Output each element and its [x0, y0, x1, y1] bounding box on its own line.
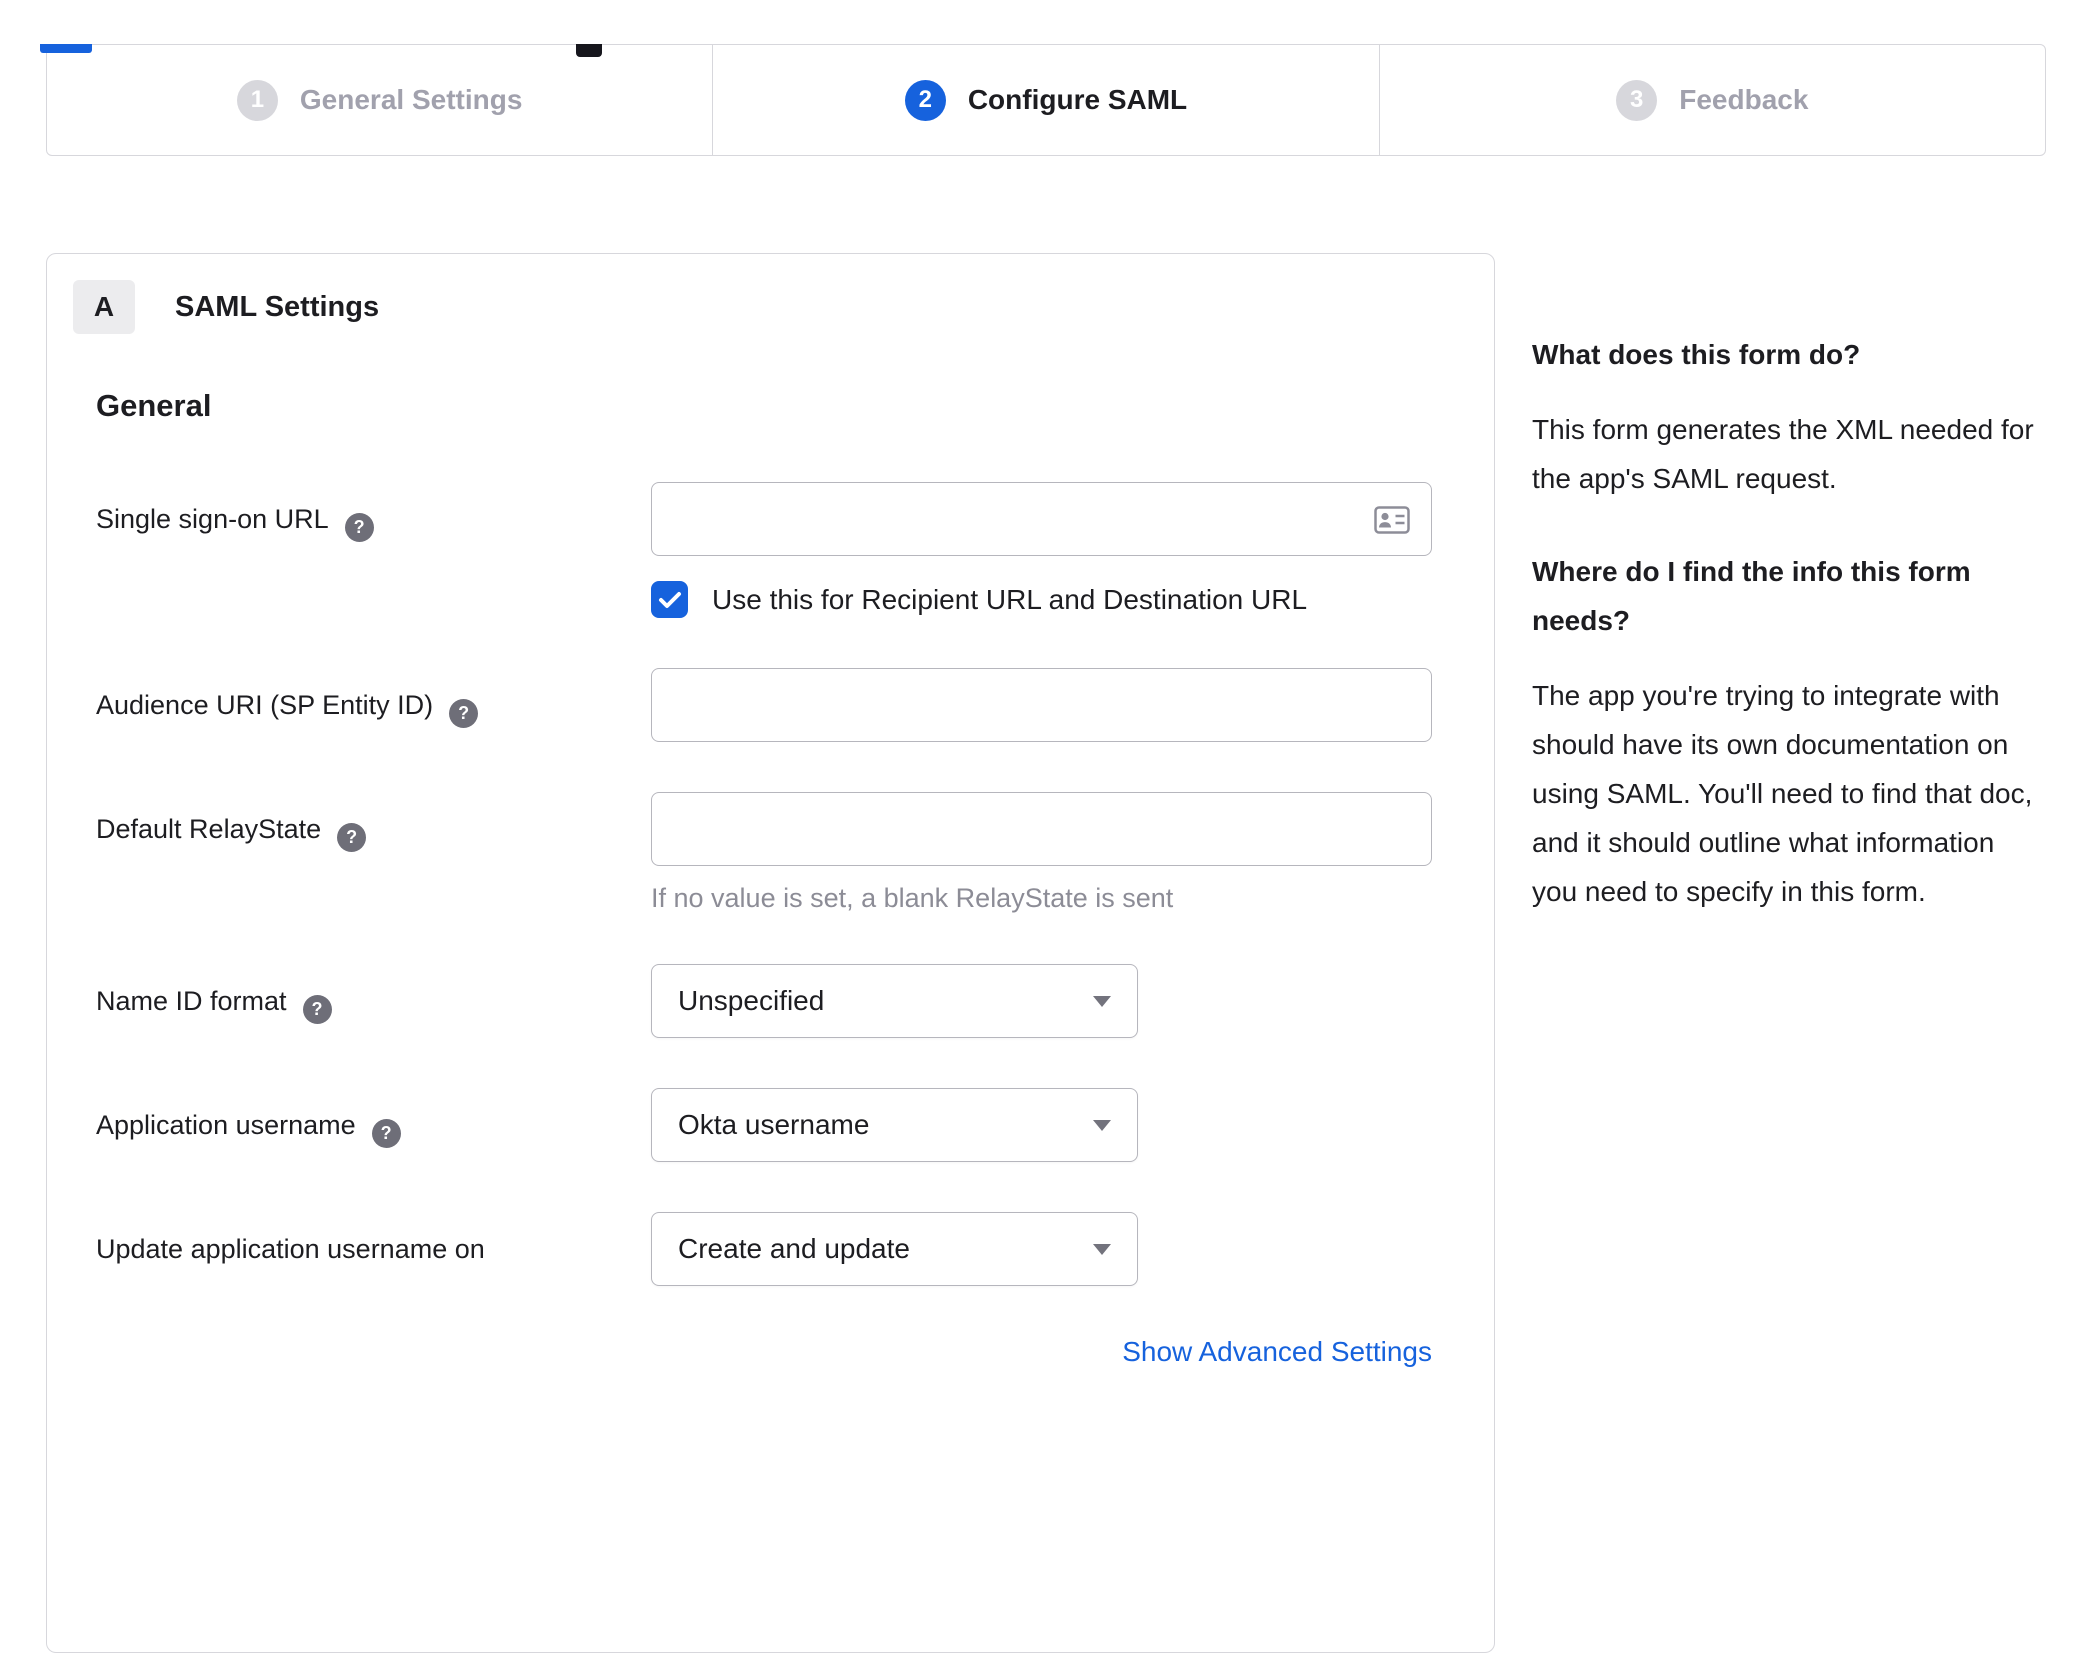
step-label-general-settings: General Settings: [299, 84, 523, 115]
application-username-label: Application username: [96, 1110, 356, 1140]
audience-uri-label-cell: Audience URI (SP Entity ID)?: [96, 668, 651, 742]
update-application-username-select[interactable]: Create and update: [651, 1212, 1138, 1286]
chevron-down-icon: [1093, 1243, 1111, 1255]
help-icon[interactable]: ?: [337, 823, 367, 852]
default-relaystate-input[interactable]: [651, 792, 1432, 866]
name-id-format-label-cell: Name ID format?: [96, 964, 651, 1038]
application-username-select[interactable]: Okta username: [651, 1088, 1138, 1162]
sso-url-label-cell: Single sign-on URL?: [96, 482, 651, 618]
sso-url-input-wrap: [651, 482, 1432, 556]
advanced-settings-row: Show Advanced Settings: [96, 1336, 1432, 1368]
update-application-username-label-cell: Update application username on: [96, 1212, 651, 1286]
step-label-feedback: Feedback: [1679, 84, 1809, 115]
step-configure-saml[interactable]: 2 Configure SAML: [712, 45, 1378, 155]
chevron-down-icon: [1093, 995, 1111, 1007]
update-application-username-label: Update application username on: [96, 1234, 485, 1264]
application-username-control: Okta username: [651, 1088, 1432, 1162]
form-row-sso-url: Single sign-on URL? Use this for Recipie…: [96, 482, 1432, 618]
sidebar-body-where: The app you're trying to integrate with …: [1532, 680, 2033, 907]
default-relaystate-hint: If no value is set, a blank RelayState i…: [651, 883, 1174, 913]
cropped-header-fragment-dark: [576, 44, 602, 57]
name-id-format-label: Name ID format: [96, 986, 287, 1016]
recipient-url-checkbox-row: Use this for Recipient URL and Destinati…: [651, 581, 1432, 618]
card-header: A SAML Settings: [73, 280, 1432, 334]
help-icon[interactable]: ?: [344, 513, 374, 542]
name-id-format-control: Unspecified: [651, 964, 1432, 1038]
group-title-general: General: [96, 388, 212, 423]
form-row-default-relaystate: Default RelayState? If no value is set, …: [96, 792, 1432, 914]
wizard-stepper: 1 General Settings 2 Configure SAML 3 Fe…: [46, 44, 2046, 156]
form-row-audience-uri: Audience URI (SP Entity ID)?: [96, 668, 1432, 742]
default-relaystate-control: If no value is set, a blank RelayState i…: [651, 792, 1432, 914]
help-icon[interactable]: ?: [302, 995, 332, 1024]
saml-settings-card: A SAML Settings General Single sign-on U…: [46, 253, 1495, 1653]
show-advanced-settings-link[interactable]: Show Advanced Settings: [1122, 1336, 1432, 1367]
name-id-format-value: Unspecified: [678, 985, 825, 1016]
audience-uri-input[interactable]: [651, 668, 1432, 742]
section-title: SAML Settings: [175, 290, 380, 323]
audience-uri-label: Audience URI (SP Entity ID): [96, 690, 434, 720]
step-feedback[interactable]: 3 Feedback: [1378, 45, 2045, 155]
recipient-url-checkbox-label: Use this for Recipient URL and Destinati…: [712, 583, 1308, 615]
application-username-label-cell: Application username?: [96, 1088, 651, 1162]
form-row-update-application-username: Update application username on Create an…: [96, 1212, 1432, 1286]
page: 1 General Settings 2 Configure SAML 3 Fe…: [0, 44, 2092, 1653]
sso-url-label: Single sign-on URL: [96, 504, 329, 534]
recipient-url-checkbox[interactable]: [651, 581, 688, 618]
step-number-badge: 1: [236, 79, 278, 121]
update-application-username-control: Create and update: [651, 1212, 1432, 1286]
chevron-down-icon: [1093, 1119, 1111, 1131]
name-id-format-select[interactable]: Unspecified: [651, 964, 1138, 1038]
help-icon[interactable]: ?: [371, 1119, 401, 1148]
form-row-application-username: Application username? Okta username: [96, 1088, 1432, 1162]
step-number-badge: 3: [1616, 79, 1658, 121]
default-relaystate-label: Default RelayState: [96, 814, 322, 844]
contact-card-icon[interactable]: [1374, 506, 1410, 539]
step-label-configure-saml: Configure SAML: [967, 84, 1188, 115]
help-sidebar: What does this form do? This form genera…: [1532, 253, 2047, 960]
step-general-settings[interactable]: 1 General Settings: [47, 45, 712, 155]
content-area: A SAML Settings General Single sign-on U…: [46, 253, 2046, 1653]
section-badge: A: [73, 280, 135, 334]
application-username-value: Okta username: [678, 1109, 870, 1140]
saml-settings-form: General Single sign-on URL? Use this for…: [96, 388, 1432, 1368]
step-number-badge: 2: [904, 79, 946, 121]
help-icon[interactable]: ?: [449, 699, 479, 728]
sidebar-heading-what: What does this form do?: [1532, 339, 1861, 370]
sidebar-body-what: This form generates the XML needed for t…: [1532, 414, 2034, 494]
sso-url-input[interactable]: [651, 482, 1432, 556]
update-application-username-value: Create and update: [678, 1233, 910, 1264]
default-relaystate-label-cell: Default RelayState?: [96, 792, 651, 914]
sso-url-control: Use this for Recipient URL and Destinati…: [651, 482, 1432, 618]
cropped-header-fragment-blue: [40, 44, 92, 53]
sidebar-heading-where: Where do I find the info this form needs…: [1532, 556, 1971, 636]
audience-uri-control: [651, 668, 1432, 742]
form-row-name-id-format: Name ID format? Unspecified: [96, 964, 1432, 1038]
